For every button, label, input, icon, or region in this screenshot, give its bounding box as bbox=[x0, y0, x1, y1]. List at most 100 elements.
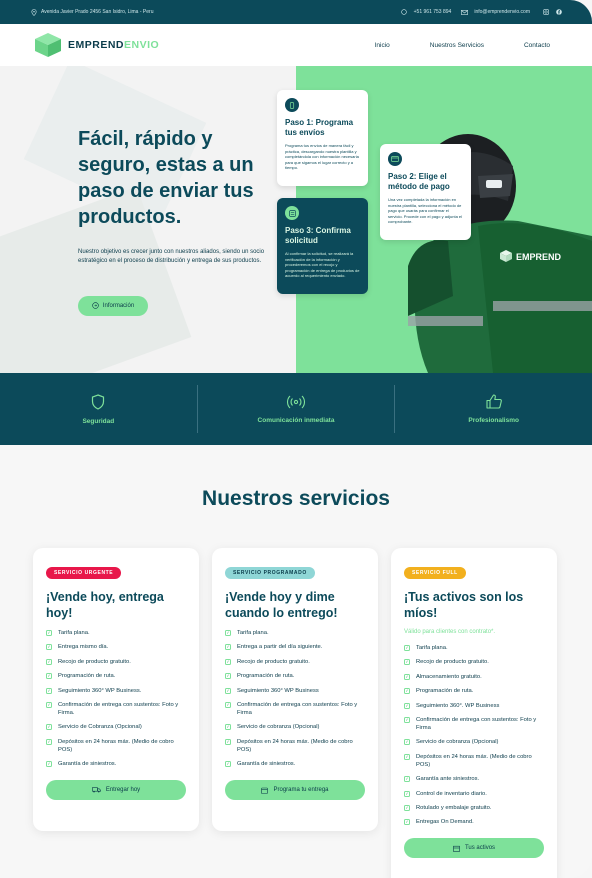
check-icon: ✓ bbox=[225, 761, 231, 768]
facebook-icon[interactable] bbox=[555, 9, 562, 16]
button-label: Tus activos bbox=[464, 845, 496, 852]
feature-label: Seguridad bbox=[82, 417, 115, 425]
check-icon: ✓ bbox=[404, 819, 410, 826]
list-item: ✓ Entregas On Demand. bbox=[404, 819, 474, 826]
check-icon: ✓ bbox=[404, 790, 410, 797]
calendar-icon bbox=[261, 787, 269, 794]
check-icon: ✓ bbox=[404, 645, 410, 651]
list-item: ✓ Depósitos en 24 horas máx. (Medio de co… bbox=[46, 738, 174, 753]
feature-label: Profesionalismo bbox=[468, 417, 519, 424]
features-band: Seguridad Comunicación inmediata Profesi… bbox=[0, 373, 592, 445]
feature-comunicacion: Comunicación inmediata bbox=[198, 373, 395, 445]
list-item: ✓ Seguimiento 360°. WP Business bbox=[404, 702, 500, 709]
service-title: ¡Vende hoy, entrega hoy! bbox=[46, 590, 164, 620]
nav-item-inicio[interactable]: Inicio bbox=[375, 42, 390, 49]
list-item: ✓ Depósitos en 24 horas máx. (Medio de co… bbox=[225, 738, 353, 753]
nav-menu: Inicio Nuestros Servicios Contacto bbox=[375, 42, 550, 49]
card-payment-icon bbox=[388, 152, 402, 166]
hero-description: Nuestro objetivo es crecer junto con nue… bbox=[78, 249, 265, 264]
list-item: ✓ Seguimiento 360° WP Business. bbox=[46, 687, 142, 694]
check-icon: ✓ bbox=[46, 761, 52, 768]
box-icon bbox=[453, 845, 460, 852]
step-title: Paso 3: Confirma solicitud bbox=[285, 226, 351, 245]
logo[interactable]: EMPRENDENVIO bbox=[34, 32, 159, 58]
services-title: Nuestros servicios bbox=[202, 487, 390, 510]
service-badge: SERVICIO FULL bbox=[404, 567, 466, 579]
service-feature-list: ✓ Tarifa plana. ✓ Entrega mismo día. ✓ Reco… bbox=[46, 629, 186, 768]
check-icon: ✓ bbox=[404, 739, 410, 746]
list-item: ✓ Recojo de producto gratuito. bbox=[46, 658, 131, 665]
step-text: Al confirmar la solicitud, se realizará … bbox=[285, 251, 360, 278]
thumbs-up-icon bbox=[486, 394, 502, 409]
list-item: ✓ Servicio de Cobranza (Opcional) bbox=[46, 724, 142, 731]
instagram-icon[interactable] bbox=[542, 9, 549, 16]
list-item: ✓ Depósitos en 24 horas máx. (Medio de co… bbox=[404, 753, 532, 768]
checklist-icon bbox=[285, 206, 299, 220]
list-item: ✓ Programación de ruta. bbox=[225, 673, 295, 680]
phone-link[interactable]: +51 961 753 894 bbox=[414, 9, 452, 15]
check-icon: ✓ bbox=[46, 644, 52, 651]
box-logo-icon bbox=[35, 33, 61, 57]
service-title: ¡Vende hoy y dime cuando lo entrego! bbox=[225, 590, 338, 620]
truck-icon bbox=[91, 787, 101, 793]
step-title: Paso 1: Programa tus envíos bbox=[285, 118, 354, 137]
check-icon: ✓ bbox=[404, 688, 410, 695]
service-badge: SERVICIO URGENTE bbox=[46, 567, 122, 579]
check-icon: ✓ bbox=[404, 659, 410, 666]
check-icon: ✓ bbox=[46, 724, 52, 731]
step-text: Programa tus envíos de manera fácil y pr… bbox=[285, 143, 359, 170]
list-item: ✓ Servicio de cobranza (Opcional) bbox=[404, 739, 499, 746]
tus-activos-button[interactable]: Tus activos bbox=[404, 838, 544, 859]
step-text: Una vez completada la información en nue… bbox=[388, 197, 463, 224]
list-item: ✓ Entrega a partir del día siguiente. bbox=[225, 644, 323, 651]
check-icon: ✓ bbox=[404, 804, 410, 811]
check-icon: ✓ bbox=[225, 687, 231, 694]
check-icon: ✓ bbox=[225, 724, 231, 731]
button-label: Entregar hoy bbox=[105, 787, 141, 794]
check-icon: ✓ bbox=[46, 738, 52, 745]
programa-entrega-button[interactable]: Programa tu entrega bbox=[225, 780, 365, 801]
entregar-hoy-button[interactable]: Entregar hoy bbox=[46, 780, 186, 801]
nav-item-servicios[interactable]: Nuestros Servicios bbox=[430, 42, 484, 49]
step-card-2: Paso 2: Elige el método de pago Una vez … bbox=[380, 144, 471, 240]
service-feature-list: ✓ Tarifa plana. ✓ Recojo de producto gratu… bbox=[404, 644, 544, 826]
check-icon: ✓ bbox=[404, 753, 410, 760]
location-pin-icon bbox=[30, 8, 37, 16]
service-card-programado: SERVICIO PROGRAMADO ¡Vende hoy y dime cu… bbox=[212, 548, 378, 831]
info-button-label: Información bbox=[102, 303, 135, 309]
shield-icon bbox=[92, 393, 105, 410]
page: Avenida Javier Prado 2456 San Isidro, Li… bbox=[0, 0, 592, 878]
check-icon: ✓ bbox=[404, 702, 410, 709]
check-icon: ✓ bbox=[46, 701, 52, 708]
check-icon: ✓ bbox=[225, 673, 231, 680]
address: Avenida Javier Prado 2456 San Isidro, Li… bbox=[30, 8, 154, 16]
email-link[interactable]: info@emprendenvio.com bbox=[474, 9, 530, 15]
step-title: Paso 2: Elige el método de pago bbox=[388, 172, 450, 191]
service-card-urgente: SERVICIO URGENTE ¡Vende hoy, entrega hoy… bbox=[33, 548, 199, 831]
nav-item-contacto[interactable]: Contacto bbox=[524, 42, 550, 49]
service-note: Válido para clientes con contrato*. bbox=[404, 629, 496, 635]
feature-seguridad: Seguridad bbox=[0, 373, 197, 445]
list-item: ✓ Tarifa plana. bbox=[404, 645, 448, 651]
whatsapp-icon[interactable] bbox=[401, 9, 408, 16]
contact-bar: Avenida Javier Prado 2456 San Isidro, Li… bbox=[0, 0, 592, 24]
main-nav: EMPRENDENVIO Inicio Nuestros Servicios C… bbox=[0, 24, 592, 66]
feature-profesionalismo: Profesionalismo bbox=[395, 373, 592, 445]
list-item: ✓ Programación de ruta. bbox=[46, 673, 116, 680]
list-item: ✓ Confirmación de entrega con sustentos: … bbox=[404, 716, 537, 731]
info-circle-icon bbox=[92, 301, 99, 311]
check-icon: ✓ bbox=[404, 673, 410, 680]
broadcast-icon bbox=[287, 395, 305, 408]
service-badge: SERVICIO PROGRAMADO bbox=[225, 567, 315, 579]
list-item: ✓ Confirmación de entrega con sustentos: … bbox=[46, 701, 179, 716]
service-title: ¡Tus activos son los míos! bbox=[404, 590, 524, 620]
list-item: ✓ Recojo de producto gratuito. bbox=[404, 659, 489, 666]
button-label: Programa tu entrega bbox=[273, 787, 329, 794]
step-card-1: Paso 1: Programa tus envíos Programa tus… bbox=[277, 90, 368, 186]
address-text: Avenida Javier Prado 2456 San Isidro, Li… bbox=[41, 9, 154, 15]
phone-icon bbox=[285, 98, 299, 112]
jacket-brand-text: EMPREND bbox=[516, 252, 562, 262]
check-icon: ✓ bbox=[46, 687, 52, 694]
list-item: ✓ Control de inventario diario. bbox=[404, 790, 487, 797]
info-button[interactable]: Información bbox=[78, 296, 148, 316]
